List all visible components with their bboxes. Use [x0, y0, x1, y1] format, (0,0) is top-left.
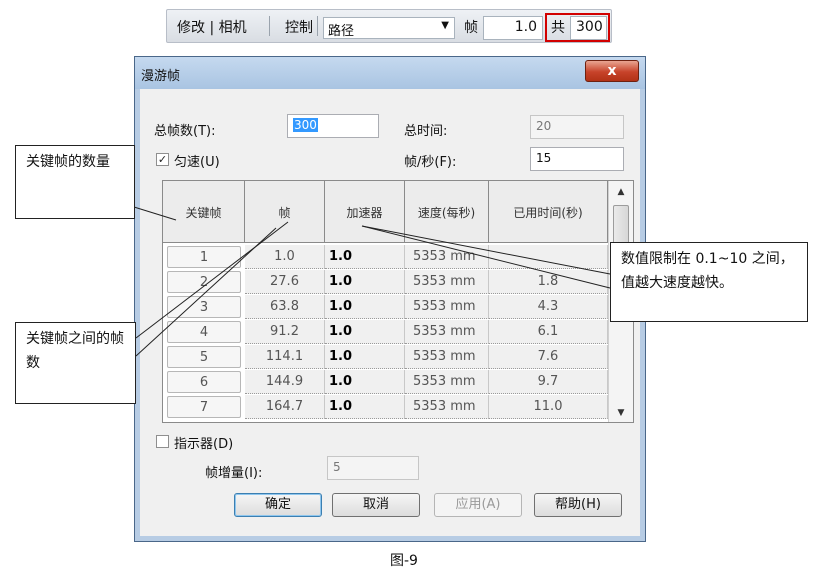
figure-caption: 图-9 [390, 553, 418, 569]
callout-line-limit-b [361, 225, 611, 289]
callout-line-frames-a [135, 221, 289, 339]
callout-line-keyframe [133, 206, 177, 221]
callout-keyframe-count: 关键帧的数量 [15, 145, 135, 219]
callout-value-limit: 数值限制在 0.1~10 之间，值越大速度越快。 [610, 242, 808, 322]
callout-line-frames-b [135, 227, 277, 357]
callout-frames-between: 关键帧之间的帧数 [15, 322, 136, 404]
callout-line-limit-a [361, 225, 611, 275]
